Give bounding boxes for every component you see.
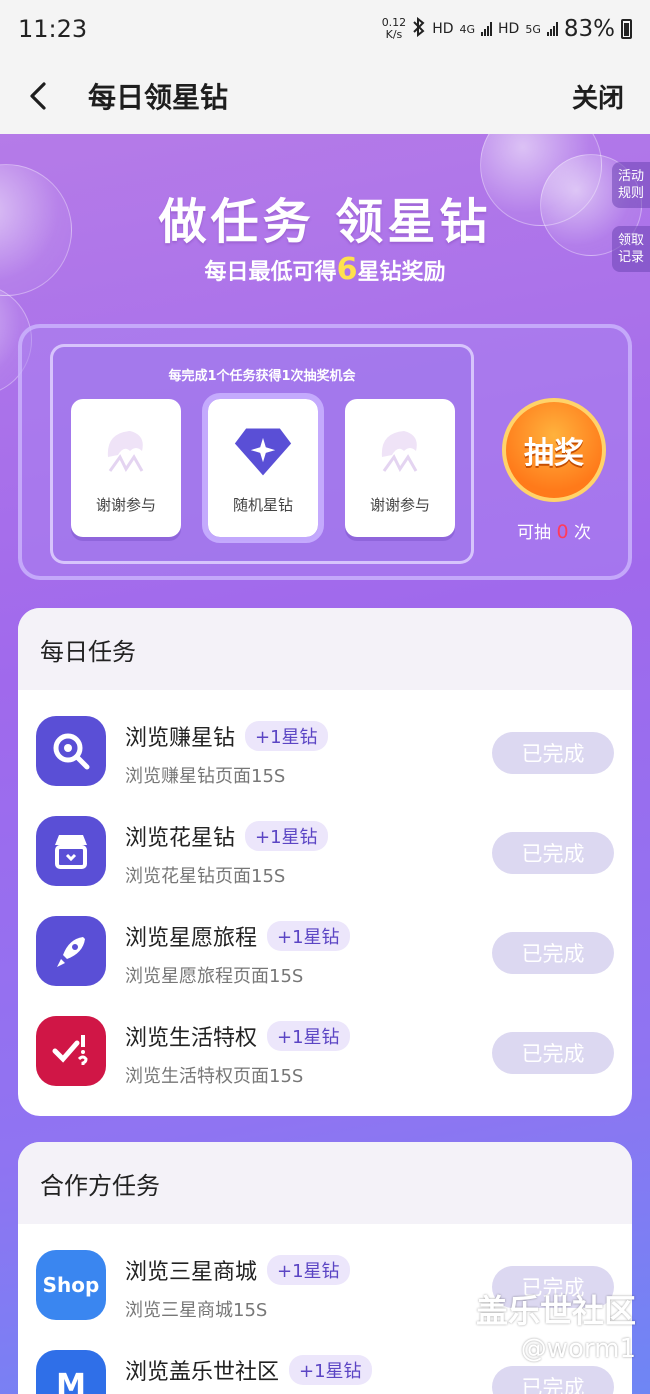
- task-name: 浏览花星钻: [125, 826, 236, 851]
- task-row: 浏览赚星钻 +1星钻 浏览赚星钻页面15S 已完成: [18, 690, 632, 790]
- task-name: 浏览星愿旅程: [125, 926, 258, 951]
- task-row: 浏览生活特权 +1星钻 浏览生活特权页面15S 已完成: [18, 990, 632, 1090]
- main-content: 做任务 领星钻 每日最低可得6星钻奖励 活动 规则 领取 记录 每完成1个任务获…: [0, 134, 650, 1394]
- battery-percent: 83%: [563, 16, 615, 42]
- signal-icon-2: [546, 22, 558, 36]
- hero-title: 做任务 领星钻: [158, 194, 492, 250]
- galaxy-community-icon: M: [36, 1350, 106, 1394]
- reward-badge: +1星钻: [267, 1255, 350, 1285]
- activity-rules-tab[interactable]: 活动 规则: [612, 162, 650, 208]
- network-4g-label: 4G: [459, 22, 476, 36]
- prize-card-thanks-2: 谢谢参与: [345, 399, 455, 537]
- task-completed-button[interactable]: 已完成: [492, 732, 614, 774]
- thanks-shell-icon: [96, 421, 156, 481]
- reward-badge: +1星钻: [245, 721, 328, 751]
- thanks-shell-icon: [370, 421, 430, 481]
- task-row: 浏览星愿旅程 +1星钻 浏览星愿旅程页面15S 已完成: [18, 890, 632, 990]
- task-desc: 浏览三星商城15S: [125, 1300, 268, 1321]
- task-name: 浏览赚星钻: [125, 726, 236, 751]
- battery-icon: [621, 19, 632, 39]
- prize-panel: 每完成1个任务获得1次抽奖机会 谢谢参与 随机星钻 谢谢参与: [50, 344, 474, 564]
- network-speed: 0.12 K/s: [381, 16, 407, 41]
- rocket-icon: [36, 916, 106, 986]
- status-bar: 11:23 0.12 K/s HD 4G HD 5G 83%: [0, 0, 650, 58]
- draw-chances: 可抽 0 次: [517, 521, 591, 543]
- daily-tasks-title: 每日任务: [18, 608, 632, 690]
- nav-bar: 每日领星钻 关闭: [0, 58, 650, 134]
- network-5g-label: 5G: [525, 22, 541, 36]
- search-earn-icon: [36, 716, 106, 786]
- signal-icon-1: [481, 22, 493, 36]
- status-time: 11:23: [18, 15, 88, 43]
- check-question-icon: [36, 1016, 106, 1086]
- hd-label-1: HD: [432, 21, 454, 37]
- partner-tasks-title: 合作方任务: [18, 1142, 632, 1224]
- prize-card-thanks-1: 谢谢参与: [71, 399, 181, 537]
- chevron-left-icon: [30, 82, 46, 110]
- task-completed-button[interactable]: 已完成: [492, 932, 614, 974]
- lottery-box: 每完成1个任务获得1次抽奖机会 谢谢参与 随机星钻 谢谢参与 抽奖 可抽 0 次: [18, 324, 632, 580]
- claim-records-tab[interactable]: 领取 记录: [612, 226, 650, 272]
- task-name: 浏览盖乐世社区: [125, 1360, 280, 1385]
- samsung-shop-icon: Shop: [36, 1250, 106, 1320]
- page-title: 每日领星钻: [88, 81, 229, 114]
- bluetooth-icon: [412, 16, 426, 41]
- close-button[interactable]: 关闭: [572, 78, 624, 115]
- prize-card-random-star: 随机星钻: [202, 393, 324, 543]
- task-completed-button[interactable]: 已完成: [492, 1366, 614, 1394]
- reward-badge: +1星钻: [289, 1355, 372, 1385]
- task-name: 浏览生活特权: [125, 1026, 258, 1051]
- task-name: 浏览三星商城: [125, 1260, 258, 1285]
- reward-badge: +1星钻: [267, 1021, 350, 1051]
- task-row: 浏览花星钻 +1星钻 浏览花星钻页面15S 已完成: [18, 790, 632, 890]
- daily-tasks-card: 每日任务 浏览赚星钻 +1星钻 浏览赚星钻页面15S 已完成 浏览花星钻 +1星钻 …: [18, 608, 632, 1116]
- lottery-caption: 每完成1个任务获得1次抽奖机会: [168, 369, 356, 384]
- task-completed-button[interactable]: 已完成: [492, 832, 614, 874]
- task-completed-button[interactable]: 已完成: [492, 1032, 614, 1074]
- draw-button[interactable]: 抽奖: [502, 398, 606, 502]
- task-desc: 浏览花星钻页面15S: [125, 866, 286, 887]
- store-icon: [36, 816, 106, 886]
- star-diamond-icon: [233, 421, 293, 481]
- watermark-title: 盖乐世社区: [475, 1292, 636, 1330]
- task-desc: 浏览星愿旅程页面15S: [125, 966, 304, 987]
- reward-badge: +1星钻: [245, 821, 328, 851]
- task-desc: 浏览生活特权页面15S: [125, 1066, 304, 1087]
- watermark-handle: @worm1: [520, 1334, 636, 1364]
- hd-label-2: HD: [498, 21, 520, 37]
- hero-subtitle: 每日最低可得6星钻奖励: [204, 252, 446, 287]
- status-icons: 0.12 K/s HD 4G HD 5G 83%: [382, 16, 632, 42]
- back-button[interactable]: [26, 76, 66, 116]
- reward-badge: +1星钻: [267, 921, 350, 951]
- task-desc: 浏览赚星钻页面15S: [125, 766, 286, 787]
